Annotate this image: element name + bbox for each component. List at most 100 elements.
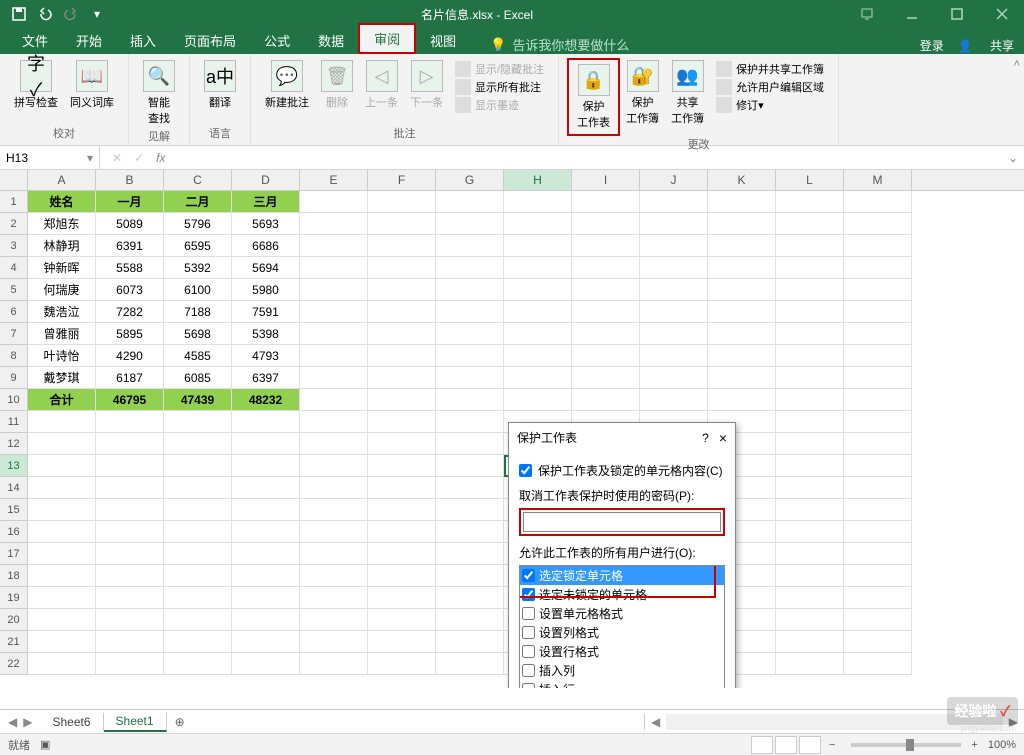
cell[interactable] — [164, 609, 232, 631]
row-header[interactable]: 3 — [0, 235, 28, 257]
undo-icon[interactable] — [34, 3, 56, 25]
collapse-ribbon-icon[interactable]: ˄ — [1010, 54, 1024, 145]
row-header[interactable]: 20 — [0, 609, 28, 631]
cell[interactable] — [368, 345, 436, 367]
cell[interactable]: 7188 — [164, 301, 232, 323]
show-hide-comment-button[interactable]: 显示/隐藏批注 — [453, 60, 546, 78]
cell[interactable] — [844, 609, 912, 631]
cell[interactable] — [436, 191, 504, 213]
qat-customize-icon[interactable]: ▾ — [86, 3, 108, 25]
permission-option[interactable]: 插入列 — [520, 661, 724, 680]
cell[interactable] — [164, 433, 232, 455]
cell[interactable]: 戴梦琪 — [28, 367, 96, 389]
permission-option[interactable]: 设置单元格格式 — [520, 604, 724, 623]
cell[interactable] — [300, 477, 368, 499]
cell[interactable] — [164, 631, 232, 653]
permissions-list[interactable]: 选定锁定单元格选定未锁定的单元格设置单元格格式设置列格式设置行格式插入列插入行插… — [519, 565, 725, 688]
cell[interactable] — [368, 521, 436, 543]
row-header[interactable]: 7 — [0, 323, 28, 345]
column-header[interactable]: K — [708, 170, 776, 190]
cell[interactable]: 何瑞庚 — [28, 279, 96, 301]
cell[interactable] — [436, 631, 504, 653]
cell[interactable] — [96, 521, 164, 543]
cell[interactable] — [368, 301, 436, 323]
permission-option[interactable]: 设置列格式 — [520, 623, 724, 642]
previous-comment-button[interactable]: ◁ 上一条 — [359, 58, 404, 112]
share-workbook-button[interactable]: 👥 共享 工作簿 — [665, 58, 710, 128]
cell[interactable] — [572, 367, 640, 389]
cell[interactable] — [572, 235, 640, 257]
permission-option[interactable]: 插入行 — [520, 680, 724, 688]
cell[interactable] — [232, 433, 300, 455]
cell[interactable] — [436, 323, 504, 345]
cell[interactable] — [844, 455, 912, 477]
cell[interactable] — [436, 609, 504, 631]
smart-lookup-button[interactable]: 🔍 智能 查找 — [137, 58, 181, 128]
next-comment-button[interactable]: ▷ 下一条 — [404, 58, 449, 112]
cell[interactable] — [436, 499, 504, 521]
cell[interactable] — [708, 235, 776, 257]
cell[interactable] — [844, 631, 912, 653]
cell[interactable] — [504, 279, 572, 301]
cell[interactable] — [572, 213, 640, 235]
cell[interactable] — [844, 433, 912, 455]
row-header[interactable]: 21 — [0, 631, 28, 653]
cell[interactable] — [708, 367, 776, 389]
cell[interactable] — [232, 653, 300, 675]
cell[interactable] — [368, 389, 436, 411]
cell[interactable]: 合计 — [28, 389, 96, 411]
cell[interactable] — [368, 191, 436, 213]
zoom-in-icon[interactable]: + — [971, 739, 977, 751]
zoom-slider[interactable] — [851, 743, 961, 747]
cell[interactable] — [504, 191, 572, 213]
cell[interactable] — [844, 323, 912, 345]
cell[interactable] — [844, 653, 912, 675]
cell[interactable] — [436, 257, 504, 279]
tell-me-search[interactable]: 💡 告诉我你想要做什么 — [490, 35, 629, 54]
row-header[interactable]: 11 — [0, 411, 28, 433]
cell[interactable] — [708, 257, 776, 279]
cell[interactable] — [572, 191, 640, 213]
cell[interactable] — [164, 477, 232, 499]
cell[interactable] — [436, 587, 504, 609]
column-header[interactable]: J — [640, 170, 708, 190]
sheet-tab-sheet6[interactable]: Sheet6 — [40, 713, 103, 731]
cell[interactable] — [28, 609, 96, 631]
row-header[interactable]: 6 — [0, 301, 28, 323]
cell[interactable] — [504, 389, 572, 411]
cell[interactable] — [708, 213, 776, 235]
cell[interactable] — [708, 301, 776, 323]
show-all-comments-button[interactable]: 显示所有批注 — [453, 78, 546, 96]
row-header[interactable]: 22 — [0, 653, 28, 675]
row-header[interactable]: 14 — [0, 477, 28, 499]
cell[interactable] — [164, 587, 232, 609]
cell[interactable] — [436, 521, 504, 543]
cell[interactable] — [368, 653, 436, 675]
cell[interactable] — [776, 279, 844, 301]
cell[interactable] — [844, 565, 912, 587]
name-box-input[interactable] — [6, 151, 66, 165]
cell[interactable] — [504, 213, 572, 235]
cell[interactable]: 5980 — [232, 279, 300, 301]
row-header[interactable]: 2 — [0, 213, 28, 235]
cell[interactable] — [776, 609, 844, 631]
cell[interactable] — [368, 609, 436, 631]
cell[interactable] — [232, 543, 300, 565]
spelling-button[interactable]: 字✓ 拼写检查 — [8, 58, 64, 112]
cell[interactable]: 6073 — [96, 279, 164, 301]
cell[interactable] — [368, 279, 436, 301]
cell[interactable] — [436, 213, 504, 235]
cell[interactable] — [776, 389, 844, 411]
cell[interactable] — [368, 455, 436, 477]
cell[interactable] — [300, 213, 368, 235]
cell[interactable]: 7282 — [96, 301, 164, 323]
thesaurus-button[interactable]: 📖 同义词库 — [64, 58, 120, 112]
cell[interactable] — [776, 565, 844, 587]
cancel-formula-icon[interactable]: ✕ — [112, 151, 122, 165]
cell[interactable] — [232, 477, 300, 499]
macro-record-icon[interactable]: ▣ — [40, 738, 50, 751]
cell[interactable] — [844, 367, 912, 389]
cell[interactable]: 48232 — [232, 389, 300, 411]
cell[interactable] — [368, 499, 436, 521]
expand-formula-icon[interactable]: ⌄ — [1002, 151, 1024, 165]
